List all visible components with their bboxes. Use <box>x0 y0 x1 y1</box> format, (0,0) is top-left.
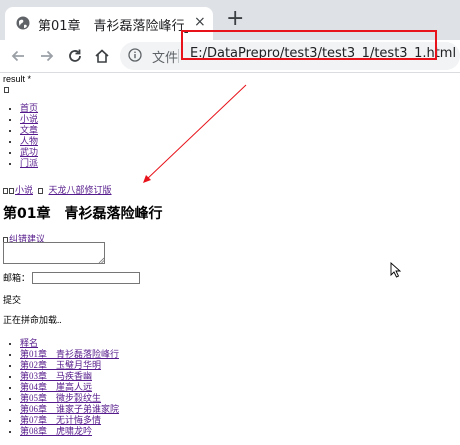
nav-link-characters[interactable]: 人物 <box>20 136 38 146</box>
nav-link-home[interactable]: 首页 <box>20 103 38 113</box>
chapter-link[interactable]: 第05章 微步縠纹生 <box>20 393 101 403</box>
email-field[interactable] <box>32 271 141 284</box>
missing-glyph-icon <box>3 188 8 194</box>
chapter-link[interactable]: 第03章 马疾香幽 <box>20 371 92 381</box>
breadcrumb-separator-icon <box>38 188 44 194</box>
chapter-item: 第04章 崖高人远 <box>20 382 119 393</box>
nav-link-sects[interactable]: 门派 <box>20 158 38 168</box>
resize-grip-icon[interactable] <box>98 257 104 263</box>
back-arrow-icon[interactable] <box>9 47 27 65</box>
chapter-item: 第01章 青衫磊落险峰行 <box>20 349 119 360</box>
reload-icon[interactable] <box>66 47 84 65</box>
chapter-item: 第03章 马疾香幽 <box>20 371 119 382</box>
chapter-link[interactable]: 第04章 崖高人远 <box>20 382 92 392</box>
breadcrumb-novels-label: 小说 <box>15 185 34 195</box>
page-content: result * 首页 小说 文章 人物 武功 门派 小说 天龙八部修订版 第0… <box>0 73 460 445</box>
scheme-label: 文件 <box>152 51 179 66</box>
omnibox-divider <box>178 49 179 63</box>
nav-item: 人物 <box>20 136 38 147</box>
loading-text: 正在拼命加载.. <box>3 315 62 325</box>
chapter-item: 第08章 虎啸龙吟 <box>20 426 119 437</box>
nav-link-novels[interactable]: 小说 <box>20 114 38 124</box>
chapter-link[interactable]: 第01章 青衫磊落险峰行 <box>20 349 119 359</box>
forward-arrow-icon[interactable] <box>38 47 56 65</box>
page-title: 第01章 青衫磊落险峰行 <box>3 206 163 222</box>
nav-item: 首页 <box>20 103 38 114</box>
result-label: result * <box>3 74 32 84</box>
submit-button[interactable]: 提交 <box>3 293 21 306</box>
new-tab-icon[interactable]: + <box>226 8 244 30</box>
missing-glyph-icon <box>9 188 14 194</box>
nav-item: 小说 <box>20 114 38 125</box>
globe-icon <box>16 16 30 30</box>
nav-link-martial-arts[interactable]: 武功 <box>20 147 38 157</box>
nav-item: 文章 <box>20 125 38 136</box>
mouse-cursor-icon <box>390 262 402 278</box>
email-label: 邮箱： <box>3 273 31 283</box>
chapter-link[interactable]: 第06章 谁家子弟谁家院 <box>20 404 119 414</box>
nav-link-articles[interactable]: 文章 <box>20 125 38 135</box>
chapter-link[interactable]: 第02章 玉璧月华明 <box>20 360 101 370</box>
breadcrumb-novels[interactable]: 小说 <box>9 185 33 195</box>
close-tab-icon[interactable]: × <box>194 13 206 31</box>
url-highlight-box <box>181 30 437 60</box>
chapter-link[interactable]: 第07章 无计悔多情 <box>20 415 101 425</box>
nav-item: 门派 <box>20 158 38 169</box>
nav-item: 武功 <box>20 147 38 158</box>
nav-list: 首页 小说 文章 人物 武功 门派 <box>20 103 38 169</box>
info-icon[interactable] <box>128 48 142 62</box>
breadcrumb-book[interactable]: 天龙八部修订版 <box>49 185 112 195</box>
chapter-list: 释名 第01章 青衫磊落险峰行 第02章 玉璧月华明 第03章 马疾香幽 第04… <box>20 338 119 437</box>
chapter-item: 第02章 玉璧月华明 <box>20 360 119 371</box>
chapter-item: 第07章 无计悔多情 <box>20 415 119 426</box>
email-row: 邮箱： <box>3 271 141 284</box>
chapter-item: 第05章 微步縠纹生 <box>20 393 119 404</box>
chapter-item: 第06章 谁家子弟谁家院 <box>20 404 119 415</box>
tab-title: 第01章 青衫磊落险峰行_天龙八 <box>38 19 188 34</box>
missing-glyph-icon <box>4 87 9 93</box>
chapter-item: 释名 <box>20 338 119 349</box>
breadcrumb: 小说 天龙八部修订版 <box>3 183 112 196</box>
chapter-link[interactable]: 第08章 虎啸龙吟 <box>20 426 92 436</box>
home-icon[interactable] <box>93 47 111 65</box>
feedback-textarea[interactable] <box>3 242 105 264</box>
chapter-link[interactable]: 释名 <box>20 338 38 348</box>
